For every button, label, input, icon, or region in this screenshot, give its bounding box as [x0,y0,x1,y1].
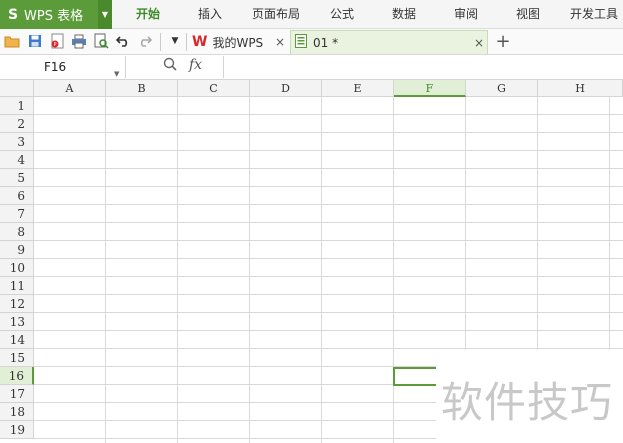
menu-item-data[interactable]: 数据 [392,0,416,29]
column-header-e[interactable]: E [322,80,394,97]
doc-tab-01[interactable]: 01 * × [290,30,488,54]
column-header-a[interactable]: A [34,80,106,97]
row-header-13[interactable]: 13 [0,313,34,331]
undo-icon[interactable] [114,32,132,50]
new-tab-plus-icon[interactable]: + [494,31,512,52]
row-header-2[interactable]: 2 [0,115,34,133]
row-header-5[interactable]: 5 [0,169,34,187]
row-header-19[interactable]: 19 [0,421,34,439]
app-menu-button[interactable]: S WPS 表格 ▼ [0,0,112,29]
customize-dropdown-icon[interactable]: ▼ [166,32,184,50]
select-all-corner[interactable] [0,80,34,97]
row-header-18[interactable]: 18 [0,403,34,421]
toolbar-separator [186,33,187,51]
column-header-d[interactable]: D [250,80,322,97]
row-header-14[interactable]: 14 [0,331,34,349]
doc-tab-label: 01 * [313,35,339,50]
row-header-3[interactable]: 3 [0,133,34,151]
row-header-12[interactable]: 12 [0,295,34,313]
doc-tab-my-wps[interactable]: W 我的WPS × [190,30,290,54]
row-header-9[interactable]: 9 [0,241,34,259]
watermark-text: 软件技巧 [441,378,614,427]
row-header-4[interactable]: 4 [0,151,34,169]
formula-input[interactable] [223,56,623,78]
column-header-h[interactable]: H [538,80,623,97]
save-icon[interactable] [26,32,44,50]
menu-item-view[interactable]: 视图 [516,0,540,29]
svg-text:P: P [53,42,56,48]
print-icon[interactable] [70,32,88,50]
menu-item-formulas[interactable]: 公式 [330,0,354,29]
name-box[interactable]: F16 ▼ [0,56,126,78]
row-header-7[interactable]: 7 [0,205,34,223]
wps-s-logo-icon: S [7,6,19,23]
export-pdf-icon[interactable]: P [48,32,66,50]
open-folder-icon[interactable] [3,32,21,50]
app-title: WPS 表格 [24,9,84,24]
row-header-11[interactable]: 11 [0,277,34,295]
row-header-1[interactable]: 1 [0,97,34,115]
row-header-16[interactable]: 16 [0,367,34,385]
zoom-lookup-icon[interactable] [163,57,177,75]
insert-function-button[interactable]: fx [189,57,202,73]
row-header-8[interactable]: 8 [0,223,34,241]
close-tab-icon[interactable]: × [274,35,286,49]
print-preview-icon[interactable] [92,32,110,50]
row-header-15[interactable]: 15 [0,349,34,367]
spreadsheet-doc-icon [295,34,307,51]
column-header-f[interactable]: F [394,80,466,97]
row-header-6[interactable]: 6 [0,187,34,205]
menu-item-developer[interactable]: 开发工具 [570,0,618,29]
quick-access-toolbar: P ▼ W 我的WPS × 01 * × + [0,29,623,55]
close-tab-icon[interactable]: × [473,36,485,50]
menu-bar: S WPS 表格 ▼ 开始 插入 页面布局 公式 数据 审阅 视图 开发工具 [0,0,623,29]
menu-item-page-layout[interactable]: 页面布局 [252,0,300,29]
menu-item-home[interactable]: 开始 [136,0,160,29]
wps-logo-icon: W [192,34,208,50]
column-header-c[interactable]: C [178,80,250,97]
redo-icon[interactable] [136,32,154,50]
row-header-10[interactable]: 10 [0,259,34,277]
menu-item-insert[interactable]: 插入 [198,0,222,29]
column-header-g[interactable]: G [466,80,538,97]
formula-bar: F16 ▼ fx [0,55,623,80]
toolbar-separator [160,33,161,51]
column-header-b[interactable]: B [106,80,178,97]
cell-reference: F16 [44,60,67,74]
menu-item-review[interactable]: 审阅 [454,0,478,29]
row-header-17[interactable]: 17 [0,385,34,403]
app-menu-dropdown-icon[interactable]: ▼ [98,0,112,29]
doc-tab-label: 我的WPS [212,35,264,50]
